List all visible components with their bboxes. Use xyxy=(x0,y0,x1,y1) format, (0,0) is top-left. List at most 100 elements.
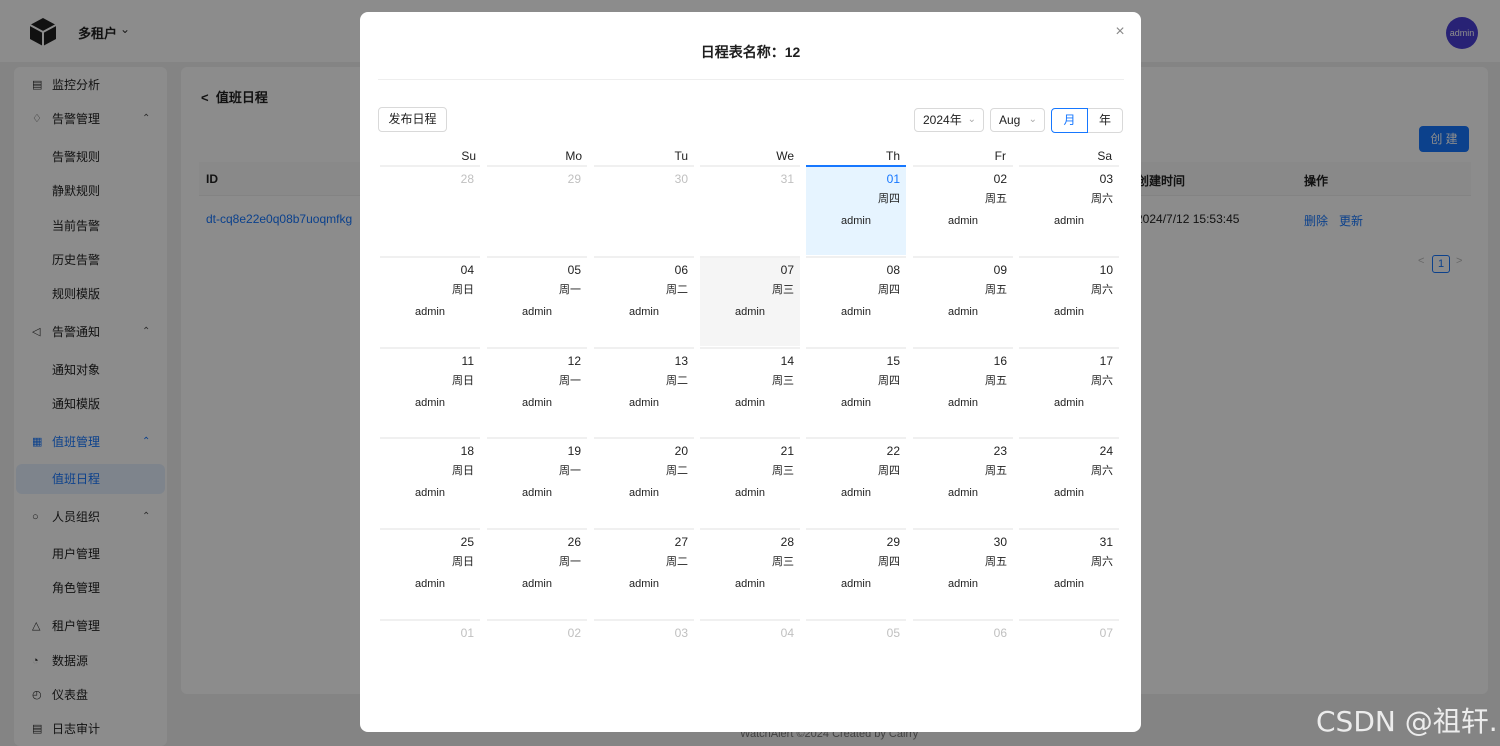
calendar-day-cell[interactable]: 02 xyxy=(487,619,587,659)
calendar-day-cell[interactable]: 17 周六 admin xyxy=(1019,347,1119,437)
day-number: 19 xyxy=(567,444,581,458)
calendar-day-cell[interactable]: 30 xyxy=(594,165,694,255)
calendar-day-cell[interactable]: 04 周日 admin xyxy=(380,256,480,346)
on-duty-user: admin xyxy=(735,578,765,590)
day-number: 20 xyxy=(674,444,688,458)
day-number: 23 xyxy=(993,444,1007,458)
calendar-day-cell[interactable]: 30 周五 admin xyxy=(913,528,1013,618)
close-icon[interactable]: × xyxy=(1112,24,1128,40)
mode-month-toggle[interactable]: 月 xyxy=(1051,108,1088,133)
calendar-day-cell[interactable]: 13 周二 admin xyxy=(594,347,694,437)
day-number: 09 xyxy=(993,263,1007,277)
calendar-day-cell[interactable]: 10 周六 admin xyxy=(1019,256,1119,346)
day-weekday: 周三 xyxy=(772,284,794,296)
calendar-day-cell[interactable]: 20 周二 admin xyxy=(594,437,694,527)
day-number: 07 xyxy=(780,263,794,277)
calendar-day-cell[interactable]: 05 周一 admin xyxy=(487,256,587,346)
calendar-day-cell[interactable]: 08 周四 admin xyxy=(806,256,906,346)
day-number: 18 xyxy=(460,444,474,458)
on-duty-user: admin xyxy=(629,578,659,590)
calendar-day-cell[interactable]: 31 周六 admin xyxy=(1019,528,1119,618)
calendar-day-cell[interactable]: 22 周四 admin xyxy=(806,437,906,527)
calendar-day-cell[interactable]: 19 周一 admin xyxy=(487,437,587,527)
on-duty-user: admin xyxy=(1054,578,1084,590)
day-number: 05 xyxy=(886,626,900,640)
mode-year-toggle[interactable]: 年 xyxy=(1087,108,1123,133)
calendar-day-cell[interactable]: 18 周日 admin xyxy=(380,437,480,527)
calendar-day-cell[interactable]: 21 周三 admin xyxy=(700,437,800,527)
day-number: 30 xyxy=(674,172,688,186)
on-duty-user: admin xyxy=(948,487,978,499)
calendar-day-cell[interactable]: 09 周五 admin xyxy=(913,256,1013,346)
day-number: 03 xyxy=(1099,172,1113,186)
day-weekday: 周二 xyxy=(666,375,688,387)
calendar-day-cell[interactable]: 29 周四 admin xyxy=(806,528,906,618)
calendar-day-cell[interactable]: 29 xyxy=(487,165,587,255)
on-duty-user: admin xyxy=(841,397,871,409)
day-number: 08 xyxy=(886,263,900,277)
divider xyxy=(378,79,1124,80)
day-weekday: 周六 xyxy=(1091,375,1113,387)
day-number: 26 xyxy=(567,535,581,549)
calendar-day-cell[interactable]: 25 周日 admin xyxy=(380,528,480,618)
chevron-down-icon: ⌄ xyxy=(967,114,976,125)
on-duty-user: admin xyxy=(735,487,765,499)
calendar-day-cell[interactable]: 01 周四 admin xyxy=(806,165,906,255)
month-select[interactable]: Aug ⌄ xyxy=(990,108,1045,132)
day-weekday: 周一 xyxy=(559,375,581,387)
schedule-modal: 日程表名称：12 × 发布日程 2024年 ⌄ Aug ⌄ 月 年 Su Mo … xyxy=(360,12,1141,732)
calendar-day-cell[interactable]: 24 周六 admin xyxy=(1019,437,1119,527)
day-weekday: 周五 xyxy=(985,375,1007,387)
calendar-day-cell[interactable]: 12 周一 admin xyxy=(487,347,587,437)
on-duty-user: admin xyxy=(1054,487,1084,499)
day-number: 02 xyxy=(567,626,581,640)
calendar-day-cell[interactable]: 01 xyxy=(380,619,480,659)
day-weekday: 周四 xyxy=(878,375,900,387)
calendar-day-cell[interactable]: 28 周三 admin xyxy=(700,528,800,618)
calendar-day-cell[interactable]: 03 周六 admin xyxy=(1019,165,1119,255)
weekday-header-tu: Tu xyxy=(674,149,688,163)
calendar-day-cell[interactable]: 15 周四 admin xyxy=(806,347,906,437)
weekday-header-mo: Mo xyxy=(565,149,582,163)
day-weekday: 周三 xyxy=(772,556,794,568)
calendar-day-cell[interactable]: 03 xyxy=(594,619,694,659)
on-duty-user: admin xyxy=(735,397,765,409)
calendar-day-cell[interactable]: 16 周五 admin xyxy=(913,347,1013,437)
on-duty-user: admin xyxy=(522,306,552,318)
calendar-day-cell[interactable]: 27 周二 admin xyxy=(594,528,694,618)
calendar-day-cell[interactable]: 31 xyxy=(700,165,800,255)
on-duty-user: admin xyxy=(629,306,659,318)
day-number: 24 xyxy=(1099,444,1113,458)
day-number: 01 xyxy=(886,172,900,186)
day-weekday: 周二 xyxy=(666,556,688,568)
calendar-day-cell[interactable]: 06 周二 admin xyxy=(594,256,694,346)
calendar-day-cell[interactable]: 05 xyxy=(806,619,906,659)
day-number: 28 xyxy=(460,172,474,186)
day-number: 04 xyxy=(460,263,474,277)
calendar-day-cell[interactable]: 26 周一 admin xyxy=(487,528,587,618)
calendar-day-cell[interactable]: 23 周五 admin xyxy=(913,437,1013,527)
day-weekday: 周六 xyxy=(1091,465,1113,477)
day-number: 14 xyxy=(780,354,794,368)
day-number: 22 xyxy=(886,444,900,458)
day-number: 28 xyxy=(780,535,794,549)
day-number: 01 xyxy=(460,626,474,640)
calendar-day-cell[interactable]: 11 周日 admin xyxy=(380,347,480,437)
calendar-day-cell[interactable]: 06 xyxy=(913,619,1013,659)
day-weekday: 周五 xyxy=(985,465,1007,477)
calendar-day-cell[interactable]: 14 周三 admin xyxy=(700,347,800,437)
day-weekday: 周三 xyxy=(772,465,794,477)
calendar-day-cell[interactable]: 28 xyxy=(380,165,480,255)
calendar-day-cell[interactable]: 02 周五 admin xyxy=(913,165,1013,255)
day-number: 02 xyxy=(993,172,1007,186)
year-select[interactable]: 2024年 ⌄ xyxy=(914,108,984,132)
publish-schedule-button[interactable]: 发布日程 xyxy=(378,107,447,132)
day-weekday: 周一 xyxy=(559,556,581,568)
calendar-day-cell[interactable]: 07 周三 admin xyxy=(700,256,800,346)
calendar-day-cell[interactable]: 04 xyxy=(700,619,800,659)
day-weekday: 周一 xyxy=(559,465,581,477)
day-weekday: 周三 xyxy=(772,375,794,387)
day-weekday: 周日 xyxy=(452,284,474,296)
calendar-day-cell[interactable]: 07 xyxy=(1019,619,1119,659)
on-duty-user: admin xyxy=(522,578,552,590)
